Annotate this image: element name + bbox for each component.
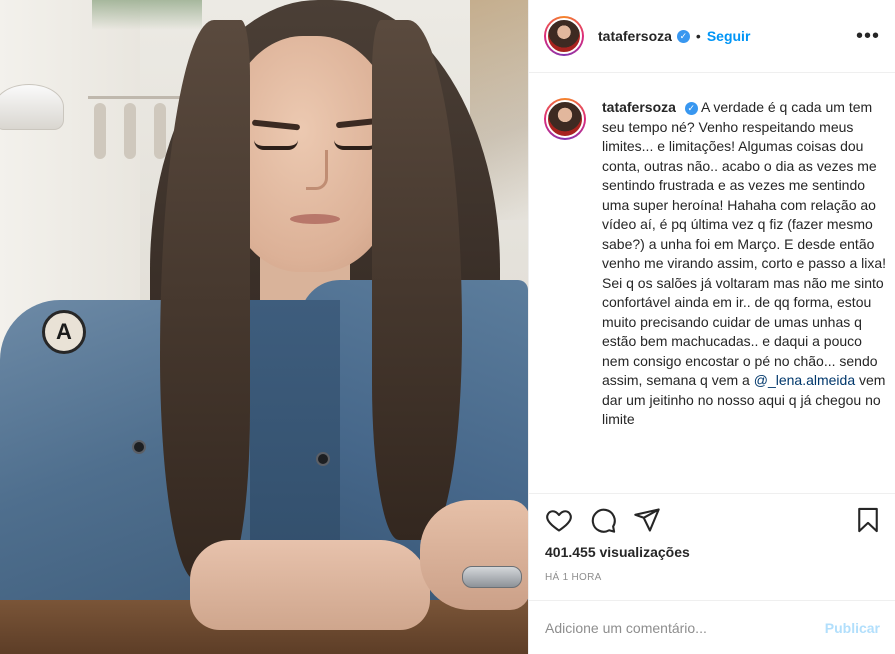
heart-icon[interactable] [545,506,573,534]
avatar[interactable] [544,16,584,56]
jacket-patch: A [42,310,86,354]
comment-icon[interactable] [589,506,617,534]
background-plant [92,0,202,30]
more-options-icon[interactable]: ••• [856,26,880,46]
caption-avatar[interactable] [544,98,586,140]
views-count[interactable]: 401.455 visualizações [545,544,690,560]
post-side-panel: tatafersoza ✓ • Seguir ••• tatafersoza ✓… [528,0,895,654]
nail-clipper [462,566,522,588]
caption-area[interactable]: tatafersoza ✓ A verdade é q cada um tem … [529,74,895,492]
comment-form: Publicar [529,600,895,654]
follow-button[interactable]: Seguir [707,28,751,44]
post-header: tatafersoza ✓ • Seguir ••• [529,0,895,73]
caption-body: A verdade é q cada um tem seu tempo né? … [602,99,887,388]
bookmark-icon[interactable] [854,506,882,534]
verified-badge-icon: ✓ [676,29,690,43]
comment-input[interactable] [545,619,825,636]
action-bar [529,493,895,545]
publish-button[interactable]: Publicar [825,620,880,636]
post-timestamp[interactable]: HÁ 1 HORA [545,572,602,583]
verified-badge-icon: ✓ [684,101,698,115]
post-video[interactable]: A [0,0,528,654]
background-lamp [0,84,64,130]
separator-dot: • [695,28,701,44]
username-link[interactable]: tatafersoza [598,28,672,44]
caption-text: tatafersoza ✓ A verdade é q cada um tem … [602,98,892,430]
caption-username[interactable]: tatafersoza [602,99,676,115]
share-icon[interactable] [633,506,661,534]
person-hand [190,540,430,630]
caption-mention[interactable]: @_lena.almeida [754,372,855,388]
